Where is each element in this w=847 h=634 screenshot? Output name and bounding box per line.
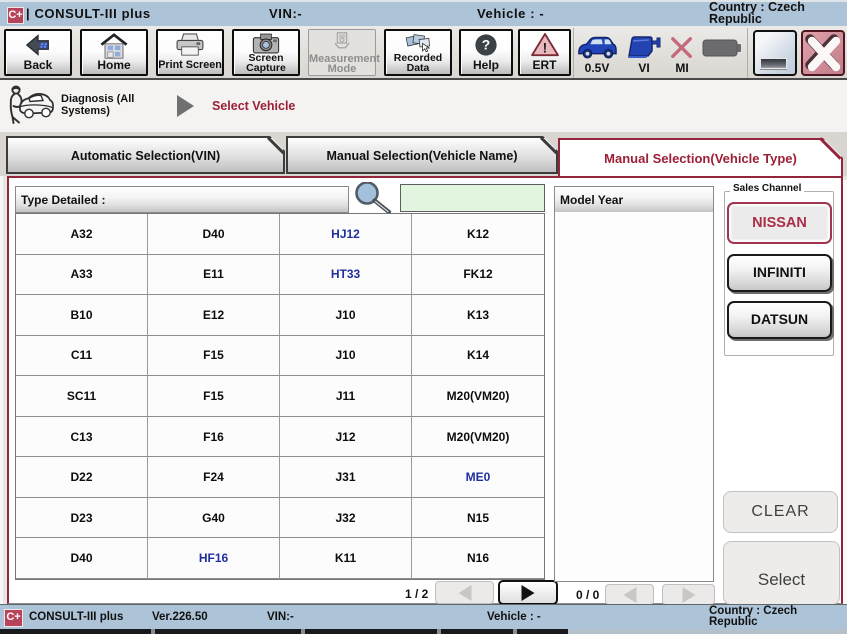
svg-text:!: ! xyxy=(542,39,547,55)
svg-text:?: ? xyxy=(482,37,490,53)
